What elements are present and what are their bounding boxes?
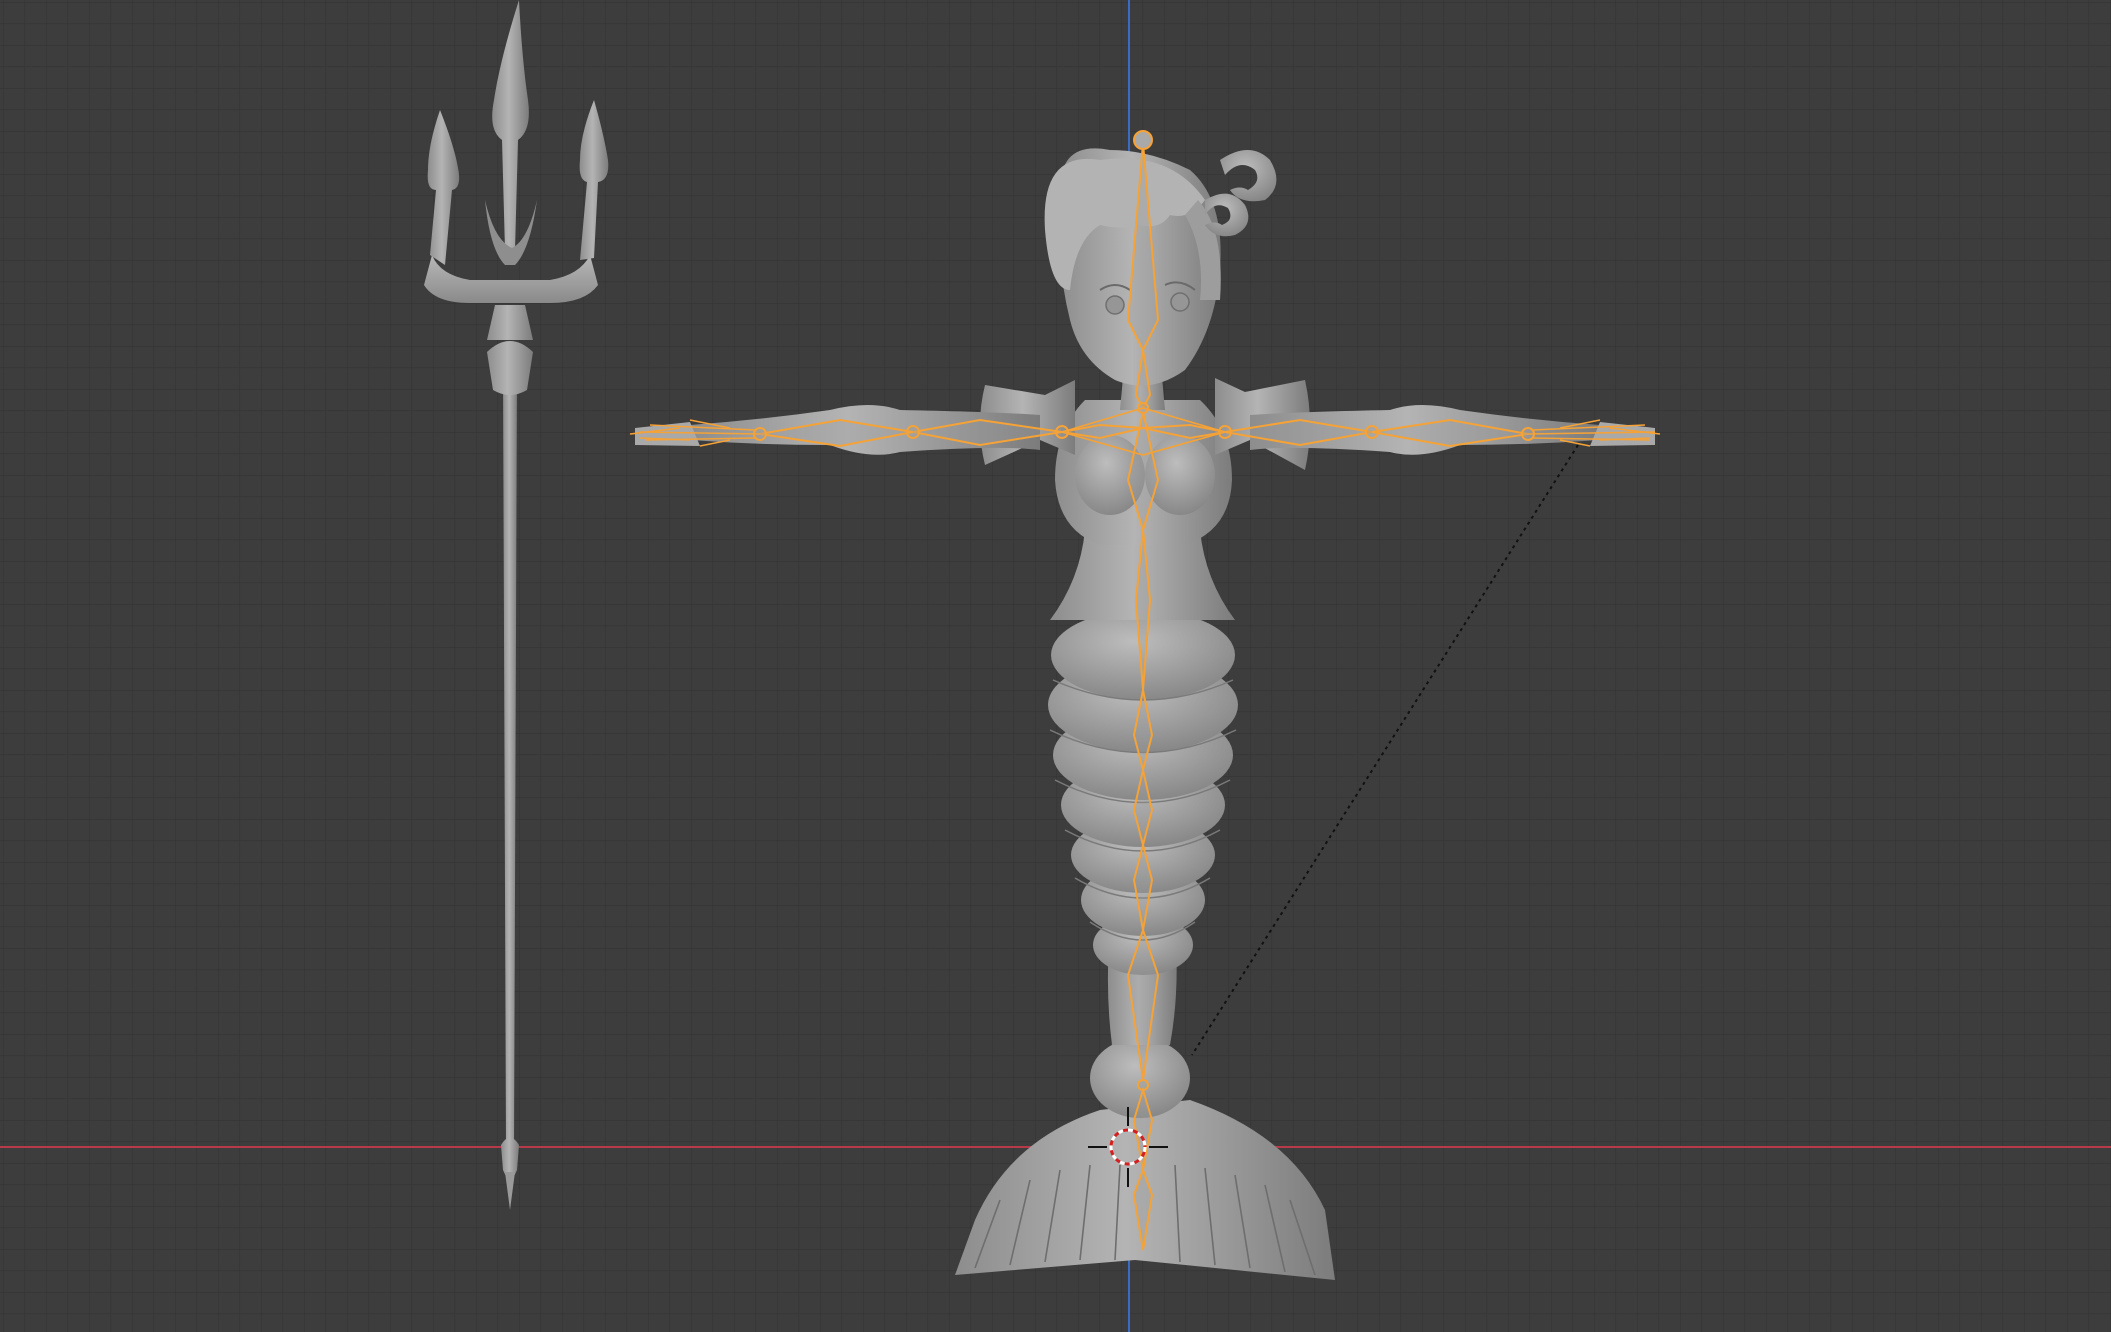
3d-viewport[interactable] bbox=[0, 0, 2111, 1332]
viewport-canvas[interactable] bbox=[0, 0, 2111, 1332]
